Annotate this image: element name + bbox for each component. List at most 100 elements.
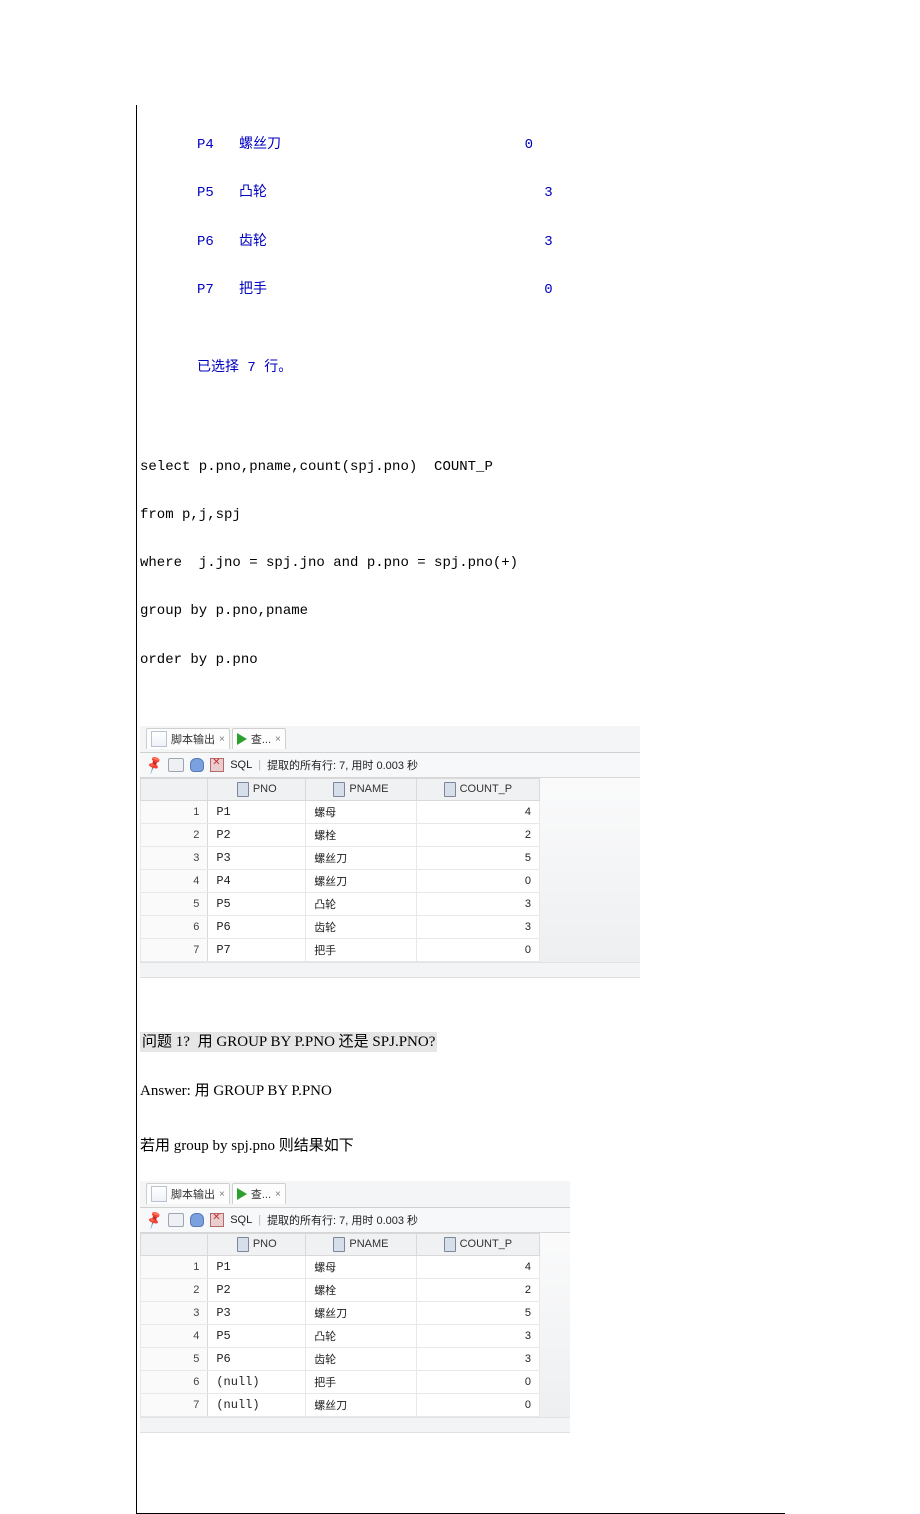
content-frame: P4 螺丝刀 0 P5 凸轮 3 P6 齿轮 3 P7 把手 0 已选择 7 行… (136, 105, 785, 1514)
grid-row[interactable]: 2P2螺栓2 (141, 823, 540, 846)
col-label: PNO (253, 1238, 277, 1250)
close-icon[interactable]: × (275, 1189, 281, 1200)
cell-pno: P3 (208, 846, 306, 869)
grid-row[interactable]: 2P2螺栓2 (141, 1278, 540, 1301)
results-grid[interactable]: PNO PNAME COUNT_P 1P1螺母4 2P2螺栓2 3P3螺丝刀5 … (140, 778, 540, 962)
row-index: 2 (141, 1278, 208, 1301)
question-text: 用 GROUP BY P.PNO 还是 SPJ.PNO? (192, 1032, 437, 1052)
question-block: 问题 1? 用 GROUP BY P.PNO 还是 SPJ.PNO? Answe… (140, 1030, 785, 1155)
answer-text: Answer: 用 GROUP BY P.PNO (140, 1079, 785, 1100)
grid-row[interactable]: 4P4螺丝刀0 (141, 869, 540, 892)
grid-row[interactable]: 3P3螺丝刀5 (141, 846, 540, 869)
results-panel-1: 脚本输出 × 查... × 📌 SQL | 提取的所有行: 7, 用时 0.00… (140, 726, 640, 978)
tab-label: 脚本输出 (171, 731, 215, 747)
cell-pname: 齿轮 (306, 1347, 417, 1370)
close-icon[interactable]: × (219, 734, 225, 745)
play-icon (237, 1188, 247, 1200)
grid-corner (141, 1233, 208, 1255)
grid-row[interactable]: 7(null)螺丝刀0 (141, 1393, 540, 1416)
cell-pno: P1 (208, 800, 306, 823)
row-index: 5 (141, 1347, 208, 1370)
tab-query[interactable]: 查... × (232, 1183, 286, 1204)
column-header-count[interactable]: COUNT_P (416, 1233, 539, 1255)
grid-row[interactable]: 6(null)把手0 (141, 1370, 540, 1393)
page-icon (151, 1186, 167, 1202)
results-toolbar: 📌 SQL | 提取的所有行: 7, 用时 0.003 秒 (140, 1208, 570, 1233)
grid-row[interactable]: 3P3螺丝刀5 (141, 1301, 540, 1324)
pin-icon[interactable]: 📌 (143, 754, 164, 775)
cell-pno: P2 (208, 823, 306, 846)
output-row: P7 把手 0 (197, 282, 785, 298)
cell-pname: 凸轮 (306, 892, 417, 915)
cell-count: 0 (416, 869, 539, 892)
delete-icon[interactable] (210, 758, 224, 772)
row-index: 4 (141, 1324, 208, 1347)
delete-icon[interactable] (210, 1213, 224, 1227)
grid-footer (140, 962, 640, 977)
rows-selected-text: 已选择 7 行。 (197, 356, 785, 376)
grid-corner (141, 778, 208, 800)
column-header-count[interactable]: COUNT_P (416, 778, 539, 800)
grid-row[interactable]: 7P7把手0 (141, 938, 540, 961)
cell-pno: P1 (208, 1255, 306, 1278)
cell-pno: P5 (208, 892, 306, 915)
tabs-bar: 脚本输出 × 查... × (140, 1181, 570, 1208)
grid-row[interactable]: 5P5凸轮3 (141, 892, 540, 915)
column-header-pname[interactable]: PNAME (306, 778, 417, 800)
cell-pname: 螺栓 (306, 823, 417, 846)
cell-pname: 把手 (306, 938, 417, 961)
cell-pname: 螺母 (306, 800, 417, 823)
grid-header-row: PNO PNAME COUNT_P (141, 1233, 540, 1255)
cell-count: 4 (416, 1255, 539, 1278)
cell-pname: 螺丝刀 (306, 1301, 417, 1324)
cell-pname: 螺丝刀 (306, 869, 417, 892)
grid-row[interactable]: 5P6齿轮3 (141, 1347, 540, 1370)
column-header-pname[interactable]: PNAME (306, 1233, 417, 1255)
row-index: 3 (141, 1301, 208, 1324)
cell-count: 4 (416, 800, 539, 823)
close-icon[interactable]: × (219, 1189, 225, 1200)
fetch-stats: 提取的所有行: 7, 用时 0.003 秒 (267, 757, 418, 773)
print-icon[interactable] (168, 758, 184, 772)
tab-script-output[interactable]: 脚本输出 × (146, 1183, 230, 1204)
tab-script-output[interactable]: 脚本输出 × (146, 728, 230, 749)
play-icon (237, 733, 247, 745)
column-header-pno[interactable]: PNO (208, 778, 306, 800)
column-header-pno[interactable]: PNO (208, 1233, 306, 1255)
column-icon (333, 1237, 345, 1252)
grid-row[interactable]: 1P1螺母4 (141, 800, 540, 823)
tab-query[interactable]: 查... × (232, 728, 286, 749)
col-label: PNAME (349, 783, 388, 795)
cell-pno: P6 (208, 915, 306, 938)
cell-count: 3 (416, 892, 539, 915)
cell-count: 5 (416, 846, 539, 869)
cell-count: 3 (416, 1347, 539, 1370)
cell-pno: P6 (208, 1347, 306, 1370)
output-row: P4 螺丝刀 0 (197, 137, 785, 153)
grid-row[interactable]: 6P6齿轮3 (141, 915, 540, 938)
row-index: 4 (141, 869, 208, 892)
grid-footer (140, 1417, 570, 1432)
grid-row[interactable]: 4P5凸轮3 (141, 1324, 540, 1347)
cell-count: 0 (416, 938, 539, 961)
row-index: 3 (141, 846, 208, 869)
cell-pname: 螺丝刀 (306, 1393, 417, 1416)
cell-count: 2 (416, 1278, 539, 1301)
tab-label: 查... (251, 1186, 271, 1202)
column-icon (237, 1237, 249, 1252)
refresh-icon[interactable] (190, 1213, 204, 1227)
print-icon[interactable] (168, 1213, 184, 1227)
sql-line: group by p.pno,pname (140, 603, 785, 619)
cell-pname: 齿轮 (306, 915, 417, 938)
cell-count: 5 (416, 1301, 539, 1324)
col-label: PNAME (349, 1238, 388, 1250)
pin-icon[interactable]: 📌 (143, 1209, 164, 1230)
sql-line: where j.jno = spj.jno and p.pno = spj.pn… (140, 555, 785, 571)
grid-row[interactable]: 1P1螺母4 (141, 1255, 540, 1278)
row-index: 5 (141, 892, 208, 915)
output-row: P6 齿轮 3 (197, 234, 785, 250)
refresh-icon[interactable] (190, 758, 204, 772)
close-icon[interactable]: × (275, 734, 281, 745)
results-toolbar: 📌 SQL | 提取的所有行: 7, 用时 0.003 秒 (140, 753, 640, 778)
results-grid[interactable]: PNO PNAME COUNT_P 1P1螺母4 2P2螺栓2 3P3螺丝刀5 … (140, 1233, 540, 1417)
